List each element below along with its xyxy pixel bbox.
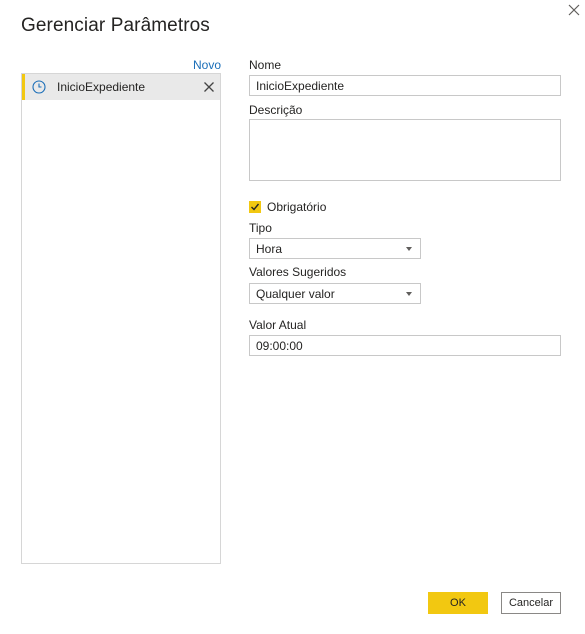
current-value-input[interactable]: 09:00:00 <box>249 335 561 356</box>
close-button[interactable] <box>566 2 582 18</box>
clock-icon <box>31 79 47 95</box>
type-select[interactable]: Hora <box>249 238 421 259</box>
close-icon <box>568 4 580 16</box>
parameter-list: InicioExpediente <box>21 73 221 564</box>
description-textarea[interactable] <box>249 119 561 181</box>
current-value-input-value: 09:00:00 <box>256 338 303 353</box>
suggested-values-select[interactable]: Qualquer valor <box>249 283 421 304</box>
checkmark-icon <box>251 203 260 211</box>
chevron-down-icon <box>406 292 412 296</box>
name-input[interactable]: InicioExpediente <box>249 75 561 96</box>
parameter-item-inicioexpediente[interactable]: InicioExpediente <box>22 74 220 100</box>
ok-button[interactable]: OK <box>428 592 488 614</box>
parameter-item-label: InicioExpediente <box>57 80 146 94</box>
remove-parameter-icon[interactable] <box>203 80 215 92</box>
current-value-label: Valor Atual <box>249 318 307 332</box>
new-parameter-link[interactable]: Novo <box>193 58 221 72</box>
suggested-values-select-value: Qualquer valor <box>256 286 335 301</box>
dialog-title: Gerenciar Parâmetros <box>21 15 210 36</box>
name-input-value: InicioExpediente <box>256 78 345 93</box>
required-checkbox-row[interactable]: Obrigatório <box>249 200 326 214</box>
description-label: Descrição <box>249 103 303 117</box>
type-select-value: Hora <box>256 241 283 256</box>
name-label: Nome <box>249 58 282 72</box>
required-checkbox-label: Obrigatório <box>267 200 327 214</box>
cancel-button[interactable]: Cancelar <box>501 592 561 614</box>
manage-parameters-dialog: Gerenciar Parâmetros Novo InicioExpedien… <box>0 0 585 634</box>
type-label: Tipo <box>249 221 272 235</box>
chevron-down-icon <box>406 247 412 251</box>
required-checkbox[interactable] <box>249 201 261 213</box>
suggested-values-label: Valores Sugeridos <box>249 265 347 279</box>
